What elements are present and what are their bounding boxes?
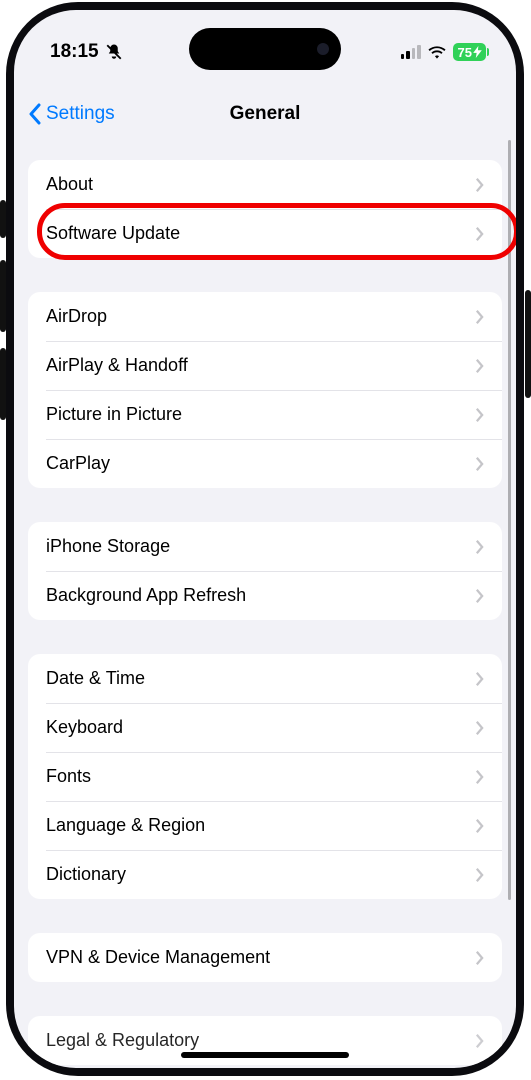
page-title: General — [230, 103, 301, 125]
chevron-right-icon — [475, 720, 484, 736]
row-vpn-device-management[interactable]: VPN & Device Management — [28, 933, 502, 982]
row-airplay-handoff[interactable]: AirPlay & Handoff — [28, 341, 502, 390]
settings-group: AirDrop AirPlay & Handoff Picture in Pictu… — [28, 292, 502, 488]
wifi-icon — [427, 44, 447, 60]
row-label: AirPlay & Handoff — [46, 355, 475, 376]
row-label: iPhone Storage — [46, 536, 475, 557]
charging-icon — [473, 46, 482, 58]
settings-group: Date & Time Keyboard Fonts Language & Regio… — [28, 654, 502, 899]
row-label: VPN & Device Management — [46, 947, 475, 968]
settings-group: VPN & Device Management — [28, 933, 502, 982]
battery-level: 75 — [458, 45, 472, 60]
home-indicator[interactable] — [181, 1052, 349, 1058]
row-iphone-storage[interactable]: iPhone Storage — [28, 522, 502, 571]
row-label: Picture in Picture — [46, 404, 475, 425]
chevron-right-icon — [475, 358, 484, 374]
scroll-indicator — [508, 140, 511, 900]
chevron-right-icon — [475, 177, 484, 193]
settings-list[interactable]: About Software Update AirDrop AirPlay & Han… — [14, 144, 516, 1068]
row-date-time[interactable]: Date & Time — [28, 654, 502, 703]
phone-frame: 18:15 75 — [6, 2, 524, 1076]
row-label: CarPlay — [46, 453, 475, 474]
chevron-right-icon — [475, 769, 484, 785]
row-dictionary[interactable]: Dictionary — [28, 850, 502, 899]
row-airdrop[interactable]: AirDrop — [28, 292, 502, 341]
chevron-right-icon — [475, 1033, 484, 1049]
status-time: 18:15 — [50, 41, 99, 63]
navigation-bar: Settings General — [14, 90, 516, 138]
row-keyboard[interactable]: Keyboard — [28, 703, 502, 752]
row-fonts[interactable]: Fonts — [28, 752, 502, 801]
row-software-update[interactable]: Software Update — [28, 209, 502, 258]
settings-group: About Software Update — [28, 160, 502, 258]
chevron-right-icon — [475, 671, 484, 687]
row-about[interactable]: About — [28, 160, 502, 209]
chevron-right-icon — [475, 456, 484, 472]
back-label: Settings — [46, 103, 115, 125]
row-label: Legal & Regulatory — [46, 1030, 475, 1051]
row-label: Date & Time — [46, 668, 475, 689]
battery-indicator: 75 — [453, 43, 486, 61]
chevron-right-icon — [475, 588, 484, 604]
row-background-app-refresh[interactable]: Background App Refresh — [28, 571, 502, 620]
chevron-right-icon — [475, 309, 484, 325]
row-label: Language & Region — [46, 815, 475, 836]
row-carplay[interactable]: CarPlay — [28, 439, 502, 488]
chevron-right-icon — [475, 407, 484, 423]
row-picture-in-picture[interactable]: Picture in Picture — [28, 390, 502, 439]
row-label: About — [46, 174, 475, 195]
row-label: Background App Refresh — [46, 585, 475, 606]
screen: 18:15 75 — [14, 10, 516, 1068]
chevron-right-icon — [475, 226, 484, 242]
row-label: Fonts — [46, 766, 475, 787]
row-language-region[interactable]: Language & Region — [28, 801, 502, 850]
row-label: Keyboard — [46, 717, 475, 738]
status-bar: 18:15 75 — [14, 10, 516, 76]
back-button[interactable]: Settings — [28, 103, 115, 125]
chevron-right-icon — [475, 818, 484, 834]
chevron-right-icon — [475, 867, 484, 883]
row-label: Software Update — [46, 223, 475, 244]
settings-group: iPhone Storage Background App Refresh — [28, 522, 502, 620]
chevron-right-icon — [475, 950, 484, 966]
silent-mode-icon — [105, 43, 123, 61]
power-button — [525, 290, 531, 398]
chevron-left-icon — [28, 103, 42, 125]
row-label: AirDrop — [46, 306, 475, 327]
row-label: Dictionary — [46, 864, 475, 885]
chevron-right-icon — [475, 539, 484, 555]
cellular-signal-icon — [401, 45, 421, 59]
